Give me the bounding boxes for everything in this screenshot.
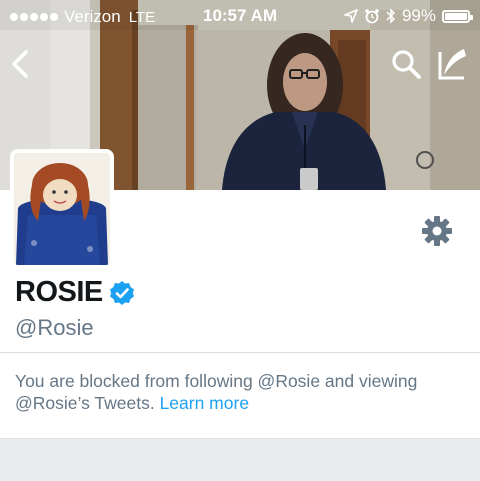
gear-icon[interactable] (420, 214, 454, 248)
verified-badge-icon (109, 280, 134, 305)
alarm-icon (365, 9, 379, 24)
battery-percent: 99% (401, 6, 436, 25)
blocked-notice: You are blocked from following @Rosie an… (15, 370, 465, 414)
status-right: 99% (344, 6, 473, 26)
status-bar: Verizon LTE 10:57 AM 99% (0, 0, 480, 32)
profile-handle: @Rosie (15, 315, 94, 340)
avatar-image (14, 153, 110, 265)
battery-icon (442, 9, 473, 23)
bluetooth-icon (386, 8, 396, 24)
back-chevron-icon[interactable] (4, 46, 40, 82)
search-icon[interactable] (388, 46, 424, 82)
compose-icon[interactable] (434, 46, 470, 82)
divider (0, 352, 480, 353)
profile-avatar[interactable] (10, 149, 114, 269)
profile-name-row: ROSIE (15, 276, 135, 309)
timeline-empty-area (0, 438, 480, 481)
display-name: ROSIE (15, 276, 103, 308)
learn-more-link[interactable]: Learn more (160, 393, 250, 413)
location-arrow-icon (344, 9, 358, 23)
